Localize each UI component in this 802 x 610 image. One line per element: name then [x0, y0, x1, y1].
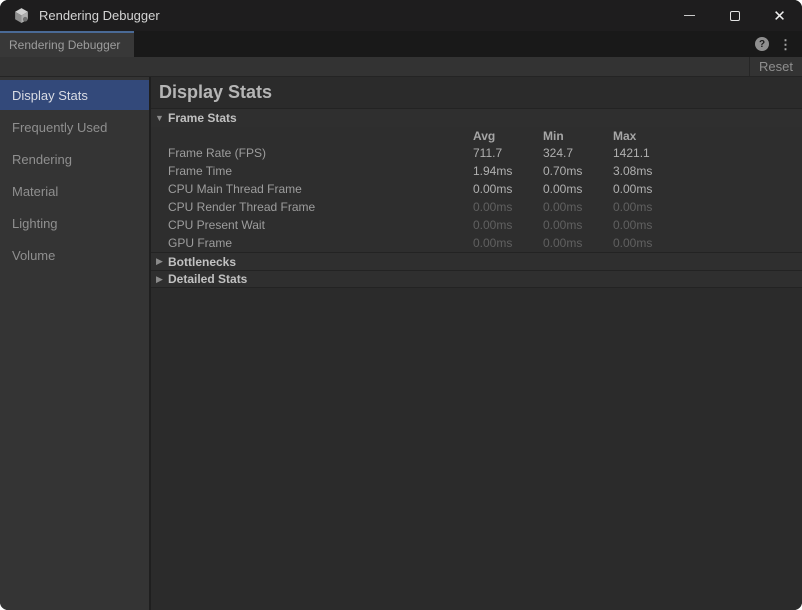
chevron-down-icon: ▼ — [151, 113, 168, 123]
kebab-menu-icon[interactable]: ⋮ — [779, 38, 792, 51]
main-panel: Display Stats ▼ Frame Stats Avg Min Max … — [151, 77, 802, 610]
table-row: CPU Render Thread Frame 0.00ms 0.00ms 0.… — [151, 198, 802, 216]
sidebar-item-material[interactable]: Material — [0, 176, 149, 206]
maximize-button[interactable] — [712, 0, 757, 31]
table-row: CPU Main Thread Frame 0.00ms 0.00ms 0.00… — [151, 180, 802, 198]
window-titlebar[interactable]: Rendering Debugger ✕ — [0, 0, 802, 31]
sidebar-item-volume[interactable]: Volume — [0, 240, 149, 270]
sidebar-item-rendering[interactable]: Rendering — [0, 144, 149, 174]
table-header-row: Avg Min Max — [151, 127, 802, 144]
column-header-avg: Avg — [473, 129, 543, 143]
help-icon[interactable]: ? — [755, 37, 769, 51]
chevron-right-icon: ▶ — [151, 256, 168, 267]
column-header-min: Min — [543, 129, 613, 143]
table-row: CPU Present Wait 0.00ms 0.00ms 0.00ms — [151, 216, 802, 234]
sidebar-item-frequently-used[interactable]: Frequently Used — [0, 112, 149, 142]
foldout-bottlenecks[interactable]: ▶ Bottlenecks — [151, 252, 802, 270]
rendering-debugger-window: Rendering Debugger ✕ Rendering Debugger … — [0, 0, 802, 610]
sidebar-item-lighting[interactable]: Lighting — [0, 208, 149, 238]
unity-icon — [13, 7, 30, 24]
window-title: Rendering Debugger — [39, 8, 160, 23]
sidebar: Display Stats Frequently Used Rendering … — [0, 77, 151, 610]
content-area: Display Stats Frequently Used Rendering … — [0, 77, 802, 610]
minimize-button[interactable] — [667, 0, 712, 31]
table-row: GPU Frame 0.00ms 0.00ms 0.00ms — [151, 234, 802, 252]
table-row: Frame Time 1.94ms 0.70ms 3.08ms — [151, 162, 802, 180]
column-header-max: Max — [613, 129, 802, 143]
table-row: Frame Rate (FPS) 711.7 324.7 1421.1 — [151, 144, 802, 162]
frame-stats-table: Avg Min Max Frame Rate (FPS) 711.7 324.7… — [151, 127, 802, 252]
sidebar-item-display-stats[interactable]: Display Stats — [0, 80, 149, 110]
tab-bar: Rendering Debugger ? ⋮ — [0, 31, 802, 57]
close-button[interactable]: ✕ — [757, 0, 802, 31]
page-title: Display Stats — [151, 77, 802, 108]
toolbar: Reset — [0, 57, 802, 77]
reset-button[interactable]: Reset — [749, 57, 802, 76]
foldout-frame-stats[interactable]: ▼ Frame Stats — [151, 108, 802, 127]
tabbar-icons: ? ⋮ — [755, 31, 802, 57]
foldout-detailed-stats[interactable]: ▶ Detailed Stats — [151, 270, 802, 288]
chevron-right-icon: ▶ — [151, 274, 168, 285]
window-controls: ✕ — [667, 0, 802, 31]
tab-rendering-debugger[interactable]: Rendering Debugger — [0, 31, 134, 57]
